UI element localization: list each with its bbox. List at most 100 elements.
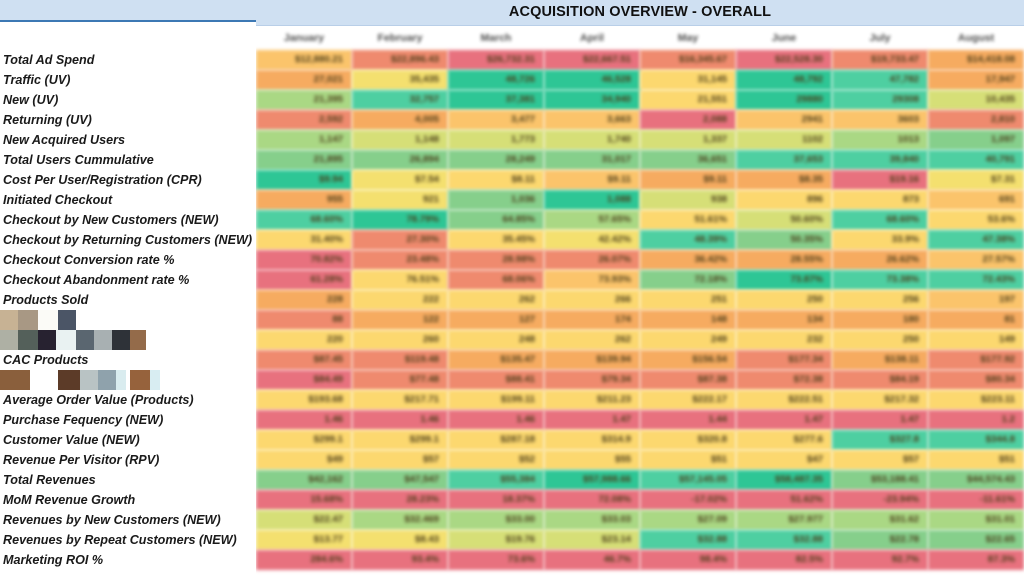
heatmap-cell[interactable]: 1,097: [928, 130, 1024, 150]
heatmap-cell[interactable]: 98.4%: [640, 550, 736, 570]
heatmap-cell[interactable]: $222.51: [736, 390, 832, 410]
heatmap-cell[interactable]: 21,395: [256, 90, 352, 110]
heatmap-cell[interactable]: $314.9: [544, 430, 640, 450]
heatmap-cell[interactable]: 938: [640, 190, 736, 210]
heatmap-cell[interactable]: 2,810: [928, 110, 1024, 130]
heatmap-cell[interactable]: 896: [736, 190, 832, 210]
heatmap-cell[interactable]: $9.94: [256, 170, 352, 190]
heatmap-cell[interactable]: $84.49: [256, 370, 352, 390]
heatmap-cell[interactable]: 26,894: [352, 150, 448, 170]
heatmap-cell[interactable]: $22.65: [928, 530, 1024, 550]
heatmap-cell[interactable]: 232: [736, 330, 832, 350]
column-header-april[interactable]: April: [544, 26, 640, 50]
heatmap-cell[interactable]: $19.76: [448, 530, 544, 550]
heatmap-cell[interactable]: 27,021: [256, 70, 352, 90]
heatmap-cell[interactable]: 36,651: [640, 150, 736, 170]
heatmap-cell[interactable]: 228: [256, 290, 352, 310]
heatmap-cell[interactable]: $47: [736, 450, 832, 470]
heatmap-cell[interactable]: $8.11: [448, 170, 544, 190]
heatmap-cell[interactable]: $14,418.08: [928, 50, 1024, 70]
heatmap-cell[interactable]: 222: [352, 290, 448, 310]
heatmap-cell[interactable]: 1102: [736, 130, 832, 150]
heatmap-cell[interactable]: 73.93%: [544, 270, 640, 290]
heatmap-cell[interactable]: 2,088: [640, 110, 736, 130]
column-header-july[interactable]: July: [832, 26, 928, 50]
heatmap-cell[interactable]: 1.2: [928, 410, 1024, 430]
heatmap-cell[interactable]: 48,726: [448, 70, 544, 90]
heatmap-cell[interactable]: 2941: [736, 110, 832, 130]
heatmap-cell[interactable]: 2,592: [256, 110, 352, 130]
heatmap-cell[interactable]: $44,574.43: [928, 470, 1024, 490]
heatmap-cell[interactable]: 26.62%: [832, 250, 928, 270]
heatmap-cell[interactable]: 180: [832, 310, 928, 330]
heatmap-cell[interactable]: 174: [544, 310, 640, 330]
heatmap-cell[interactable]: 31.40%: [256, 230, 352, 250]
column-header-august[interactable]: August: [928, 26, 1024, 50]
heatmap-cell[interactable]: 28.55%: [736, 250, 832, 270]
heatmap-cell[interactable]: 1.46: [256, 410, 352, 430]
heatmap-cell[interactable]: $52: [448, 450, 544, 470]
heatmap-cell[interactable]: 46.7%: [544, 550, 640, 570]
heatmap-cell[interactable]: $80.34: [928, 370, 1024, 390]
heatmap-cell[interactable]: $22.78: [832, 530, 928, 550]
heatmap-cell[interactable]: 921: [352, 190, 448, 210]
heatmap-cell[interactable]: $55: [544, 450, 640, 470]
heatmap-cell[interactable]: 40,791: [928, 150, 1024, 170]
heatmap-cell[interactable]: 28.23%: [352, 490, 448, 510]
heatmap-cell[interactable]: 1,088: [544, 190, 640, 210]
heatmap-cell[interactable]: $135.47: [448, 350, 544, 370]
heatmap-cell[interactable]: 28,249: [448, 150, 544, 170]
heatmap-cell[interactable]: $57,988.66: [544, 470, 640, 490]
heatmap-cell[interactable]: 4,005: [352, 110, 448, 130]
heatmap-cell[interactable]: $16,345.67: [640, 50, 736, 70]
heatmap-cell[interactable]: 284.6%: [256, 550, 352, 570]
heatmap-cell[interactable]: $57,145.05: [640, 470, 736, 490]
heatmap-cell[interactable]: 15.68%: [256, 490, 352, 510]
heatmap-cell[interactable]: $33.00: [448, 510, 544, 530]
heatmap-cell[interactable]: 691: [928, 190, 1024, 210]
heatmap-cell[interactable]: $299.1: [352, 430, 448, 450]
heatmap-cell[interactable]: -11.61%: [928, 490, 1024, 510]
heatmap-cell[interactable]: 51.62%: [736, 490, 832, 510]
column-header-february[interactable]: February: [352, 26, 448, 50]
heatmap-cell[interactable]: $7.31: [928, 170, 1024, 190]
heatmap-cell[interactable]: $177.34: [736, 350, 832, 370]
heatmap-cell[interactable]: $119.48: [352, 350, 448, 370]
heatmap-cell[interactable]: $177.92: [928, 350, 1024, 370]
heatmap-cell[interactable]: 29880: [736, 90, 832, 110]
heatmap-cell[interactable]: $53,188.41: [832, 470, 928, 490]
heatmap-cell[interactable]: 3603: [832, 110, 928, 130]
heatmap-cell[interactable]: 1.47: [544, 410, 640, 430]
heatmap-cell[interactable]: $156.54: [640, 350, 736, 370]
heatmap-cell[interactable]: 27.57%: [928, 250, 1024, 270]
heatmap-cell[interactable]: 1.46: [448, 410, 544, 430]
heatmap-cell[interactable]: 122: [352, 310, 448, 330]
heatmap-cell[interactable]: $139.94: [544, 350, 640, 370]
heatmap-cell[interactable]: 47,782: [832, 70, 928, 90]
heatmap-cell[interactable]: 57.65%: [544, 210, 640, 230]
heatmap-cell[interactable]: 28.98%: [448, 250, 544, 270]
heatmap-cell[interactable]: $9.11: [640, 170, 736, 190]
heatmap-cell[interactable]: 48.39%: [640, 230, 736, 250]
heatmap-cell[interactable]: 82.5%: [736, 550, 832, 570]
heatmap-cell[interactable]: $217.71: [352, 390, 448, 410]
heatmap-cell[interactable]: 72.18%: [640, 270, 736, 290]
heatmap-cell[interactable]: $27.977: [736, 510, 832, 530]
heatmap-cell[interactable]: $327.8: [832, 430, 928, 450]
heatmap-cell[interactable]: $22.47: [256, 510, 352, 530]
heatmap-cell[interactable]: 50.60%: [736, 210, 832, 230]
heatmap-cell[interactable]: 42.42%: [544, 230, 640, 250]
heatmap-cell[interactable]: 3,477: [448, 110, 544, 130]
heatmap-cell[interactable]: 256: [832, 290, 928, 310]
heatmap-cell[interactable]: $8.43: [352, 530, 448, 550]
heatmap-cell[interactable]: $22,896.43: [352, 50, 448, 70]
heatmap-cell[interactable]: $49: [256, 450, 352, 470]
heatmap-cell[interactable]: $287.18: [448, 430, 544, 450]
heatmap-cell[interactable]: 248: [448, 330, 544, 350]
heatmap-cell[interactable]: 64.85%: [448, 210, 544, 230]
heatmap-cell[interactable]: $8.35: [736, 170, 832, 190]
heatmap-cell[interactable]: 148: [640, 310, 736, 330]
heatmap-cell[interactable]: 78.79%: [352, 210, 448, 230]
column-header-may[interactable]: May: [640, 26, 736, 50]
heatmap-cell[interactable]: $27.09: [640, 510, 736, 530]
